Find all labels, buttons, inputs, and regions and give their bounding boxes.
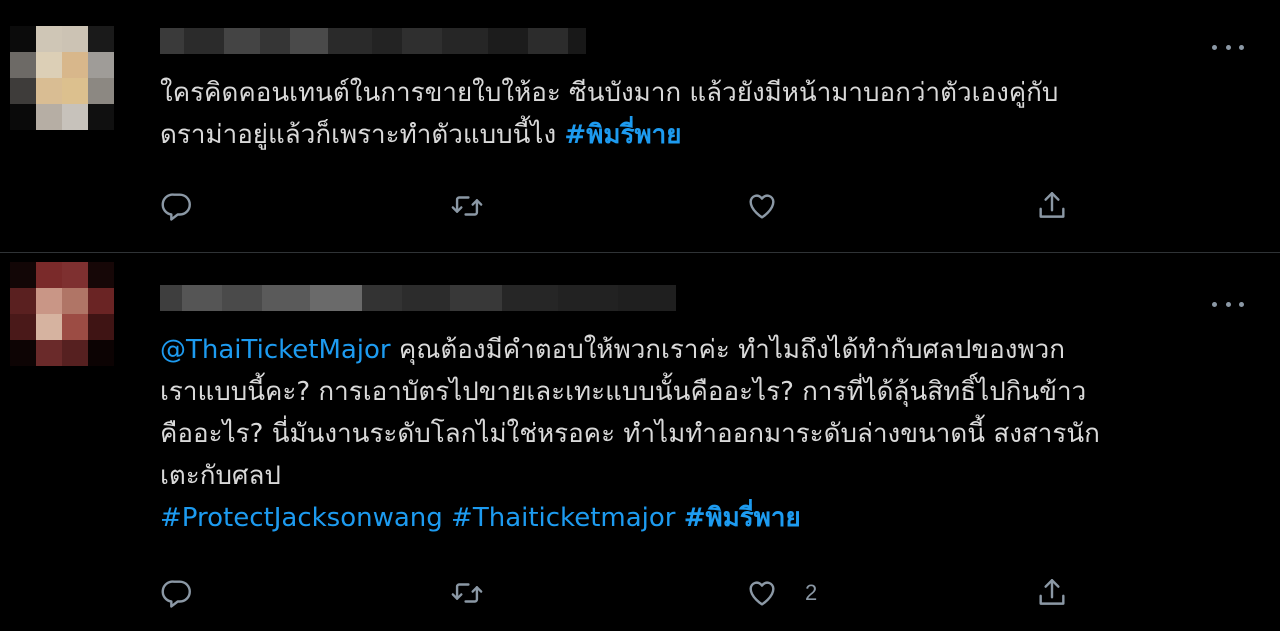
retweet-icon (451, 196, 483, 216)
tweet-text-line: ใครคิดคอนเทนต์ในการขายใบให้อะ ซีนบังมาก … (160, 78, 1059, 108)
tweet-actions (160, 186, 1070, 226)
reply-button[interactable] (160, 186, 194, 226)
like-button[interactable] (745, 186, 805, 226)
tweet-text-line: คุณต้องมีคำตอบให้พวกเราค่ะ ทำไมถึงได้ทำก… (390, 335, 1065, 365)
share-icon (1039, 192, 1065, 218)
tweet[interactable]: @ThaiTicketMajor คุณต้องมีคำตอบให้พวกเรา… (0, 253, 1280, 631)
retweet-button[interactable] (450, 573, 484, 613)
tweet-text-line: ดราม่าอยู่แล้วก็เพราะทำตัวแบบนี้ไง (160, 120, 565, 150)
retweet-icon (451, 583, 483, 603)
avatar[interactable] (10, 262, 114, 366)
like-count: 2 (805, 580, 818, 605)
more-icon[interactable] (1212, 38, 1244, 56)
more-icon[interactable] (1212, 295, 1244, 313)
retweet-button[interactable] (450, 186, 484, 226)
share-button[interactable] (1035, 573, 1069, 613)
author-name-blurred[interactable] (160, 285, 676, 311)
tweet-text-line: คืออะไร? นี่มันงานระดับโลกไม่ใช่หรอคะ ทำ… (160, 419, 1100, 449)
share-icon (1039, 579, 1065, 605)
reply-icon (161, 580, 191, 608)
heart-icon (749, 194, 775, 219)
like-button[interactable]: 2 (745, 573, 817, 613)
mention-link[interactable]: @ThaiTicketMajor (160, 335, 391, 365)
tweet-text: ใครคิดคอนเทนต์ในการขายใบให้อะ ซีนบังมาก … (160, 72, 1240, 156)
author-name-blurred[interactable] (160, 28, 586, 54)
tweet-text-line: เตะกับศลป (160, 461, 281, 491)
share-button[interactable] (1035, 186, 1069, 226)
reply-button[interactable] (160, 573, 194, 613)
heart-icon (749, 581, 775, 606)
hashtag-link[interactable]: #Thaiticketmajor (451, 503, 675, 533)
hashtag-link[interactable]: #พิมรี่พาย (564, 120, 681, 150)
tweet[interactable]: ใครคิดคอนเทนต์ในการขายใบให้อะ ซีนบังมาก … (0, 0, 1280, 252)
tweet-actions: 2 (160, 573, 1070, 613)
avatar[interactable] (10, 26, 114, 130)
reply-icon (161, 193, 191, 221)
tweet-text: @ThaiTicketMajor คุณต้องมีคำตอบให้พวกเรา… (160, 329, 1240, 539)
hashtag-link[interactable]: #พิมรี่พาย (684, 503, 801, 533)
tweet-text-line: เราแบบนี้คะ? การเอาบัตรไปขายเละเทะแบบนั้… (160, 377, 1087, 407)
hashtag-link[interactable]: #ProtectJacksonwang (160, 503, 443, 533)
